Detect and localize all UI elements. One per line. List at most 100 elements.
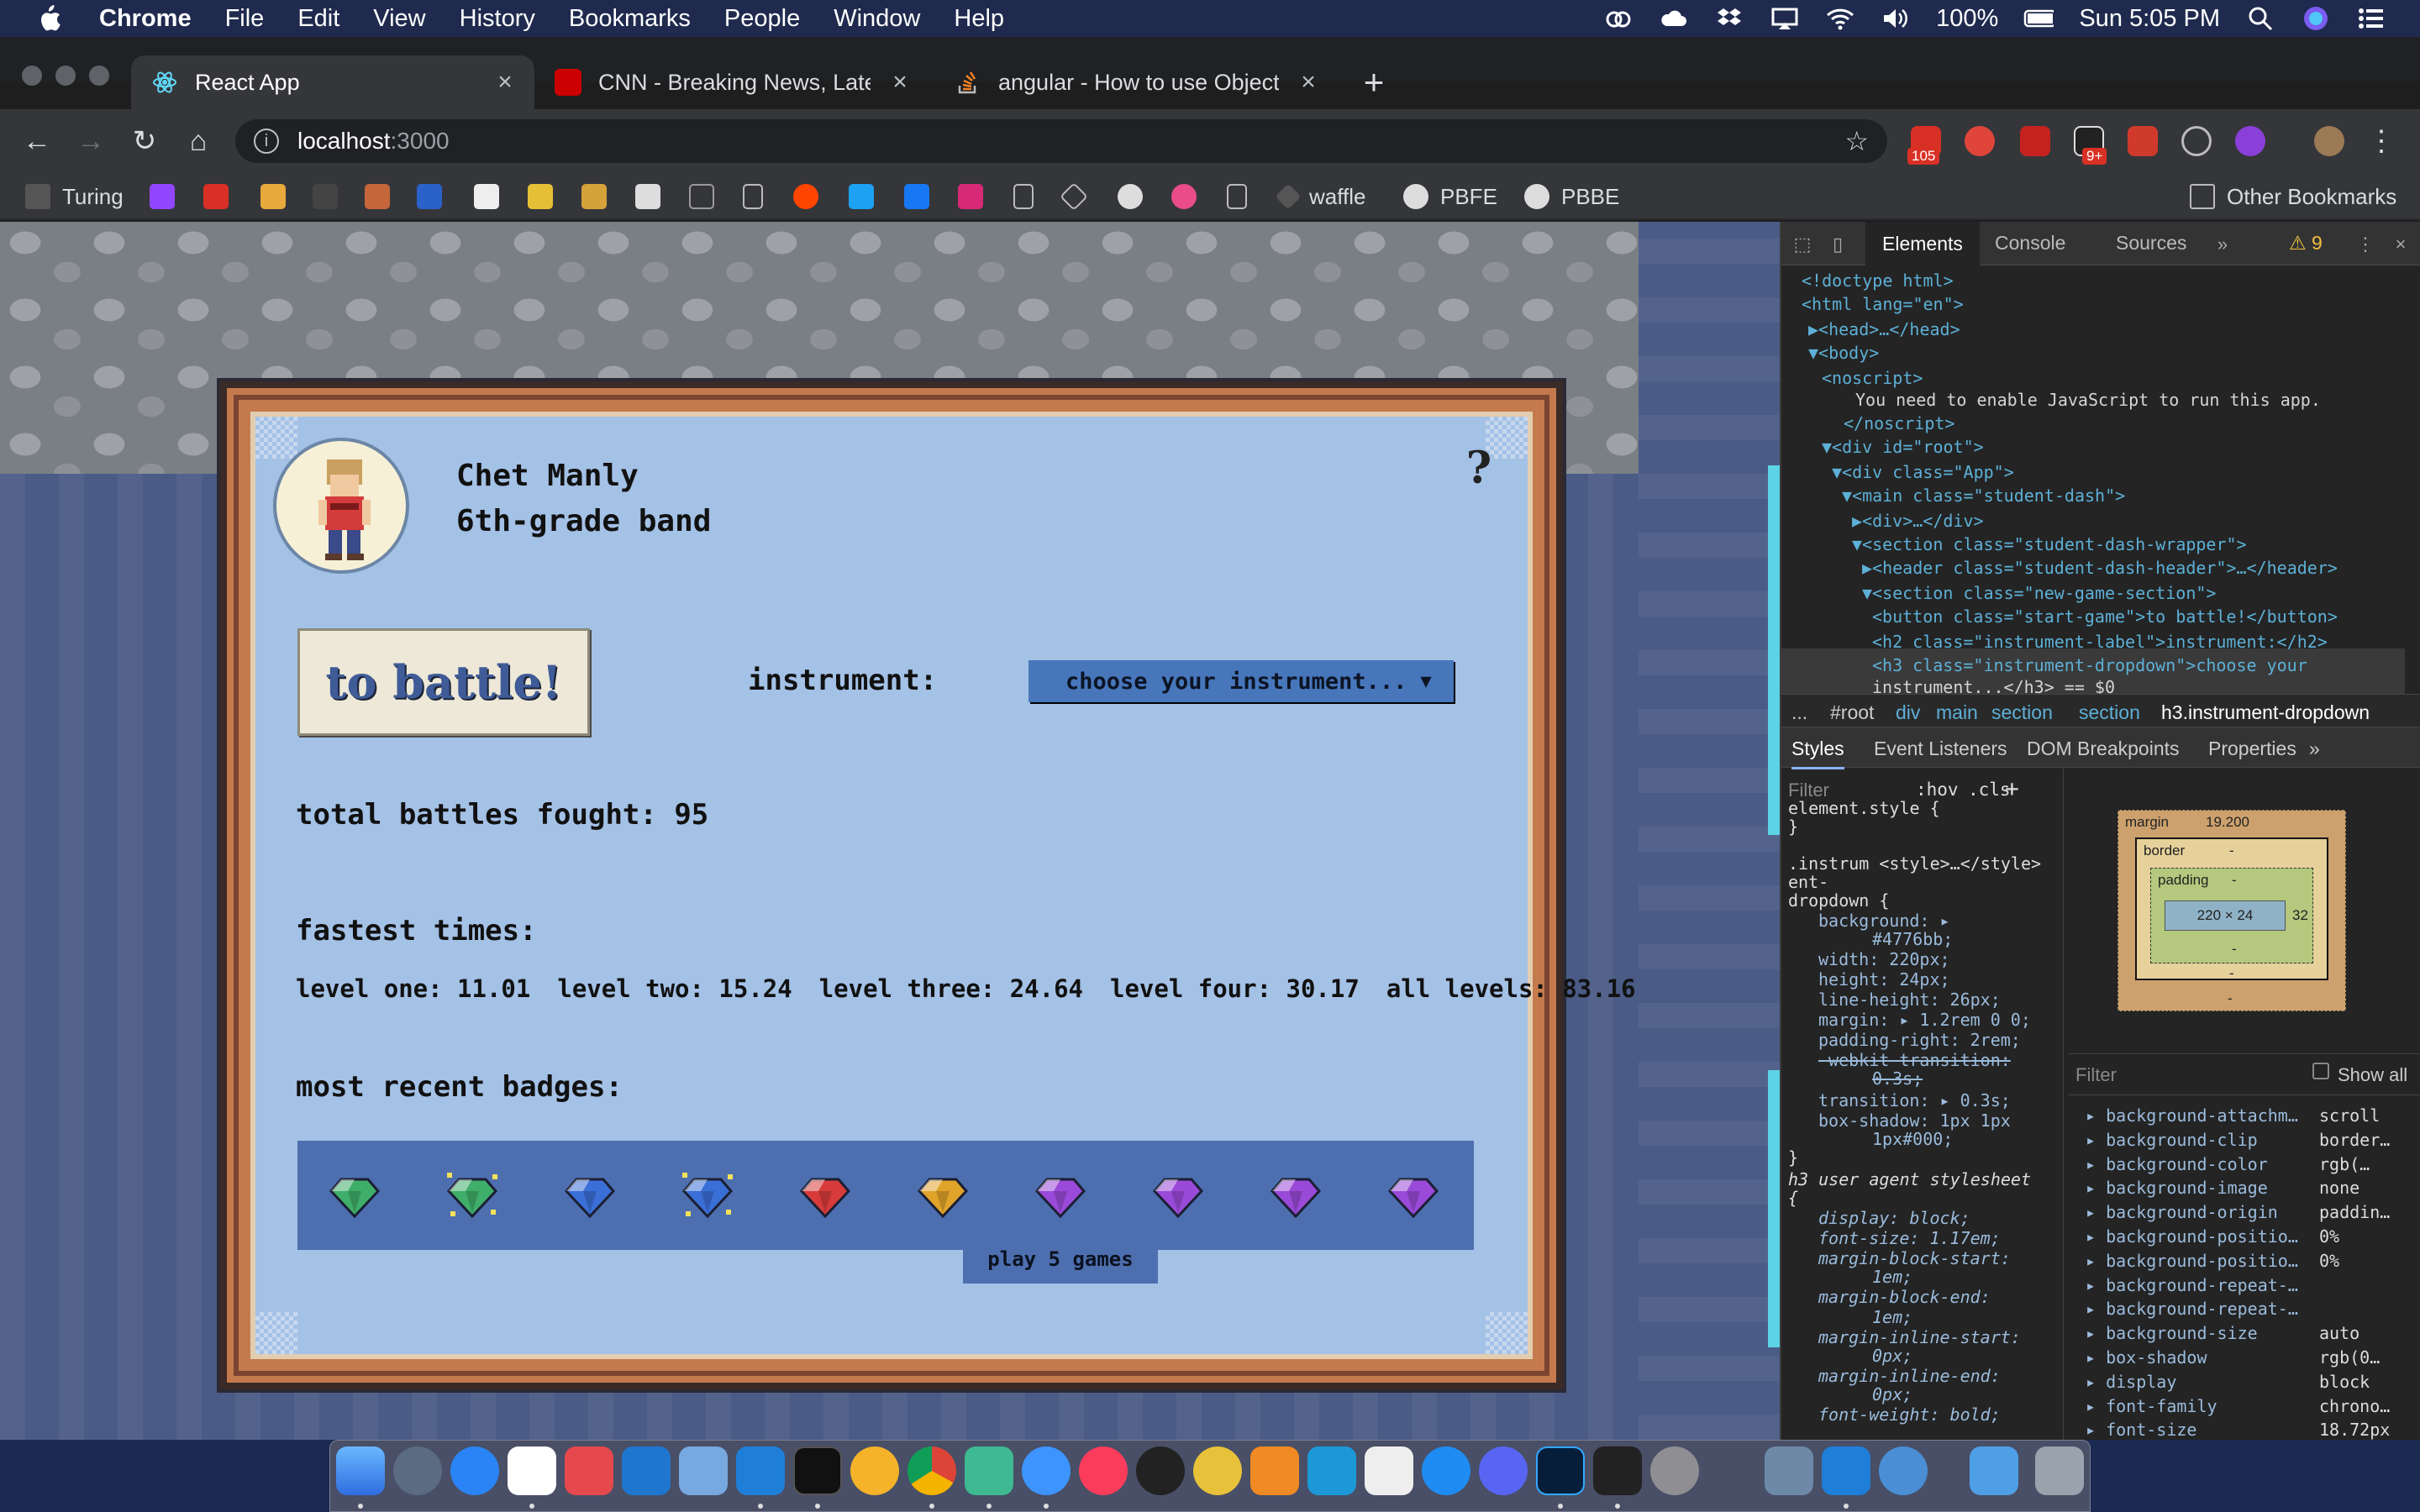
chrome-icon[interactable]: [908, 1446, 956, 1495]
purple-extension-icon[interactable]: [2235, 126, 2265, 156]
computed-filter-input[interactable]: Filter: [2075, 1064, 2117, 1086]
dropbox-icon[interactable]: [1714, 6, 1744, 31]
window-close-button[interactable]: [22, 66, 42, 86]
tab-react-app[interactable]: React App ×: [131, 55, 534, 109]
window-minimize-button[interactable]: [55, 66, 76, 86]
style-rule-line[interactable]: height: 24px;: [1818, 969, 1950, 990]
reader-icon[interactable]: [1365, 1446, 1413, 1495]
forward-arrow-icon[interactable]: →: [72, 123, 109, 160]
menu-edit[interactable]: Edit: [297, 5, 339, 33]
help-question-icon[interactable]: ?: [1460, 445, 1497, 492]
spotlight-search-icon[interactable]: [2245, 6, 2275, 31]
tab-cnn[interactable]: CNN - Breaking News, Latest N ×: [534, 55, 929, 109]
menu-app-name[interactable]: Chrome: [99, 5, 192, 33]
bookmark-8[interactable]: [528, 181, 565, 212]
terminal-icon[interactable]: [793, 1446, 842, 1495]
style-rule-line[interactable]: 0px;: [1872, 1384, 1912, 1404]
siri-icon[interactable]: [2301, 6, 2331, 31]
style-rule-line[interactable]: .instrum <style>…</style>: [1788, 853, 2041, 874]
discord-icon[interactable]: [1479, 1446, 1528, 1495]
style-rule-line[interactable]: h3 user agent stylesheet: [1788, 1169, 2031, 1189]
bookmark-twitch[interactable]: [150, 181, 187, 212]
dom-node-line[interactable]: ▶<head>…</head>: [1808, 319, 1960, 339]
start-game-button[interactable]: to battle!: [297, 628, 590, 736]
profile-avatar[interactable]: [2314, 126, 2344, 156]
style-rule-line[interactable]: margin: ▸ 1.2rem 0 0;: [1818, 1010, 2031, 1030]
hov-toggle[interactable]: :hov: [1916, 780, 1959, 800]
target-extension-icon[interactable]: [2181, 126, 2212, 156]
adblock-extension-icon[interactable]: [1965, 126, 1995, 156]
other-bookmarks[interactable]: Other Bookmarks: [2190, 181, 2396, 212]
dom-node-line[interactable]: ▼<section class="student-dash-wrapper">: [1852, 534, 2247, 554]
badge-gem-icon[interactable]: [447, 1173, 497, 1220]
vscode-window-icon[interactable]: [1822, 1446, 1870, 1495]
bookmark-pbfe[interactable]: PBFE: [1403, 181, 1497, 212]
bookmark-5[interactable]: [365, 181, 402, 212]
computed-property-name[interactable]: ▸ background-positio…: [2086, 1251, 2298, 1271]
apple-icon[interactable]: [32, 2, 66, 35]
style-rule-line[interactable]: dropdown {: [1788, 890, 1889, 911]
dom-node-line[interactable]: ▶<div>…</div>: [1852, 511, 1984, 531]
creative-cloud-icon[interactable]: [1603, 6, 1634, 31]
tab-close-icon[interactable]: ×: [492, 70, 518, 95]
computed-property-name[interactable]: ▸ background-attachm…: [2086, 1105, 2298, 1126]
bookmark-9[interactable]: [581, 181, 618, 212]
safari-icon[interactable]: [450, 1446, 499, 1495]
itunes-icon[interactable]: [1079, 1446, 1128, 1495]
style-rule-line[interactable]: }: [1788, 816, 1798, 837]
xcode-icon[interactable]: [679, 1446, 728, 1495]
bookmark-github[interactable]: [1118, 181, 1155, 212]
bookmark-waffle[interactable]: waffle: [1275, 181, 1365, 212]
bug-extension-icon[interactable]: [2128, 126, 2158, 156]
battery-icon[interactable]: [2023, 6, 2054, 31]
close-devtools-icon[interactable]: ×: [2390, 234, 2412, 255]
x-app-icon[interactable]: [1593, 1446, 1642, 1495]
bookmark-10[interactable]: [635, 181, 672, 212]
style-rule-line[interactable]: font-weight: bold;: [1818, 1404, 2001, 1425]
back-arrow-icon[interactable]: ←: [18, 123, 55, 160]
cls-toggle[interactable]: .cls: [1968, 780, 2011, 800]
site-info-icon[interactable]: i: [254, 129, 279, 154]
menu-window[interactable]: Window: [834, 5, 920, 33]
dom-node-line[interactable]: ▶<header class="student-dash-header">…</…: [1862, 558, 2338, 578]
airplay-icon[interactable]: [1770, 6, 1800, 31]
more-tabs-icon[interactable]: »: [2212, 234, 2233, 255]
dom-node-line[interactable]: <html lang="en">: [1802, 294, 1964, 314]
books-icon[interactable]: [1250, 1446, 1299, 1495]
bookmark-codepen[interactable]: [1060, 181, 1096, 212]
device-toolbar-icon[interactable]: ▯: [1827, 234, 1849, 255]
computed-property-name[interactable]: ▸ font-size: [2086, 1420, 2196, 1440]
bookmark-12[interactable]: [743, 181, 775, 212]
style-rule-line[interactable]: background: ▸: [1818, 911, 1950, 931]
computed-property-name[interactable]: ▸ background-size: [2086, 1323, 2258, 1343]
subtab-event-listeners[interactable]: Event Listeners: [1874, 738, 2007, 760]
style-rule-line[interactable]: 1em;: [1872, 1267, 1912, 1287]
notification-center-icon[interactable]: [2356, 6, 2386, 31]
style-rule-line[interactable]: 1px#000;: [1872, 1129, 1953, 1149]
slack-icon[interactable]: [965, 1446, 1013, 1495]
dom-node-line[interactable]: ▼<main class="student-dash">: [1842, 486, 2125, 506]
home-icon[interactable]: ⌂: [180, 123, 217, 160]
dom-node-line[interactable]: You need to enable JavaScript to run thi…: [1855, 390, 2321, 410]
menu-help[interactable]: Help: [954, 5, 1004, 33]
nightly-icon[interactable]: [1193, 1446, 1242, 1495]
badge-gem-icon[interactable]: [565, 1173, 615, 1220]
computed-property-name[interactable]: ▸ box-shadow: [2086, 1347, 2207, 1368]
badge-gem-icon[interactable]: [1270, 1173, 1321, 1220]
computed-property-name[interactable]: ▸ background-image: [2086, 1178, 2268, 1198]
computed-property-name[interactable]: ▸ background-repeat-…: [2086, 1299, 2298, 1319]
computed-property-name[interactable]: ▸ background-color: [2086, 1154, 2268, 1174]
style-rule-line[interactable]: padding-right: 2rem;: [1818, 1030, 2021, 1050]
messages-icon[interactable]: [1022, 1446, 1071, 1495]
bookmark-gmail[interactable]: [203, 181, 240, 212]
crumb[interactable]: main: [1936, 701, 1978, 724]
style-rule-line[interactable]: margin-inline-end:: [1818, 1366, 2001, 1386]
quicktime-icon[interactable]: [1879, 1446, 1928, 1495]
instrument-dropdown[interactable]: choose your instrument... ▼: [1028, 660, 1454, 702]
c-app-icon[interactable]: [1307, 1446, 1356, 1495]
dom-node-line[interactable]: <button class="start-game">to battle!</b…: [1872, 606, 2338, 627]
tab-close-icon[interactable]: ×: [887, 70, 913, 95]
menubar-clock[interactable]: Sun 5:05 PM: [2079, 5, 2220, 33]
launchpad-icon[interactable]: [393, 1446, 442, 1495]
system-preferences-icon[interactable]: [1650, 1446, 1699, 1495]
